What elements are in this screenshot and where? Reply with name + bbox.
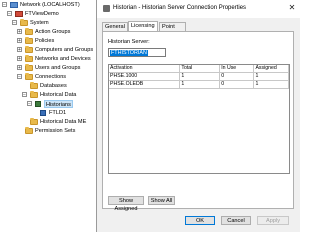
- tree-item-label: Connections: [35, 74, 67, 80]
- folder-icon: [30, 82, 38, 89]
- table-cell: 1: [179, 80, 221, 89]
- expand-toggle[interactable]: +: [17, 47, 22, 53]
- licensing-table[interactable]: Activation Total In Use Assigned PHSE.10…: [108, 64, 290, 174]
- folder-icon: [20, 19, 28, 26]
- collapse-toggle[interactable]: −: [2, 2, 7, 8]
- dialog-title: Historian - Historian Server Connection …: [113, 5, 247, 11]
- tree-item-label: Historical Data: [40, 92, 77, 98]
- column-header-activation[interactable]: Activation: [109, 65, 181, 73]
- folder-icon: [25, 46, 33, 53]
- show-assigned-button[interactable]: Show Assigned: [108, 196, 144, 212]
- table-header-row: Activation Total In Use Assigned: [109, 65, 289, 73]
- collapse-toggle[interactable]: −: [17, 74, 22, 80]
- tree-item-label: Computers and Groups: [35, 47, 94, 53]
- collapse-toggle[interactable]: −: [7, 11, 12, 17]
- table-cell: 0: [219, 80, 255, 89]
- expand-toggle[interactable]: +: [17, 29, 22, 35]
- folder-icon: [25, 64, 33, 71]
- folder-icon: [30, 118, 38, 125]
- table-cell: PHSE.1000: [109, 72, 181, 81]
- folder-icon: [25, 55, 33, 62]
- table-row[interactable]: PHSE.OLEDB 1 0 1: [109, 80, 289, 89]
- collapse-toggle[interactable]: −: [12, 20, 17, 26]
- column-header-total[interactable]: Total: [179, 65, 221, 73]
- folder-icon: [25, 37, 33, 44]
- table-cell: 1: [253, 80, 289, 89]
- table-cell: 1: [179, 72, 221, 81]
- apply-button[interactable]: Apply: [257, 216, 289, 225]
- tree-item-label: FTViewDemo: [25, 11, 59, 17]
- table-cell: 1: [253, 72, 289, 81]
- collapse-toggle[interactable]: −: [22, 92, 27, 98]
- tree-item-label: Network (LOCALHOST): [20, 2, 80, 8]
- tree-item-label: Users and Groups: [35, 65, 81, 71]
- tree-item-label: Permission Sets: [35, 128, 76, 134]
- historian-server-field[interactable]: FTHISTORIAN: [108, 48, 166, 57]
- table-row[interactable]: PHSE.1000 1 0 1: [109, 72, 289, 81]
- tree-item-label: FTLD1: [49, 110, 67, 116]
- folder-icon: [30, 91, 38, 98]
- folder-icon: [25, 73, 33, 80]
- expand-toggle[interactable]: +: [17, 38, 22, 44]
- tree-item-label: Policies: [35, 38, 55, 44]
- folder-icon: [25, 28, 33, 35]
- table-cell: 0: [219, 72, 255, 81]
- licensing-panel: Historian Server: FTHISTORIAN Activation…: [102, 31, 294, 212]
- tree-item-label: Historians: [44, 100, 73, 108]
- historian-server-label: Historian Server:: [108, 39, 150, 45]
- historian-server-icon: [40, 110, 46, 116]
- historian-icon: [103, 5, 110, 12]
- folder-icon: [25, 127, 33, 134]
- collapse-toggle[interactable]: −: [27, 101, 32, 107]
- expand-toggle[interactable]: +: [17, 56, 22, 62]
- show-all-button[interactable]: Show All: [148, 196, 175, 205]
- properties-dialog: Historian - Historian Server Connection …: [96, 0, 300, 232]
- expand-toggle[interactable]: +: [17, 65, 22, 71]
- column-header-assigned[interactable]: Assigned: [253, 65, 289, 73]
- ok-button[interactable]: OK: [185, 216, 215, 225]
- tree-item-label: Historical Data ME: [40, 119, 87, 125]
- network-icon: [10, 2, 18, 8]
- cancel-button[interactable]: Cancel: [221, 216, 251, 225]
- close-button[interactable]: ✕: [287, 3, 297, 13]
- tree-item-label: Databases: [40, 83, 67, 89]
- tree-item-label: Action Groups: [35, 29, 71, 35]
- tree-item-label: System: [30, 20, 49, 26]
- tab-general[interactable]: General: [102, 22, 128, 31]
- historian-server-value: FTHISTORIAN: [110, 50, 148, 56]
- explorer-tree: − Network (LOCALHOST) − FTViewDemo − Sys…: [0, 0, 100, 232]
- tab-point-sources[interactable]: Point Sources: [159, 22, 186, 38]
- tab-licensing[interactable]: Licensing: [128, 21, 158, 31]
- historian-icon: [35, 101, 41, 107]
- table-cell: PHSE.OLEDB: [109, 80, 181, 89]
- dialog-title-bar[interactable]: Historian - Historian Server Connection …: [97, 0, 300, 18]
- tree-item-label: Networks and Devices: [35, 56, 91, 62]
- column-header-in-use[interactable]: In Use: [219, 65, 255, 73]
- application-icon: [15, 11, 23, 17]
